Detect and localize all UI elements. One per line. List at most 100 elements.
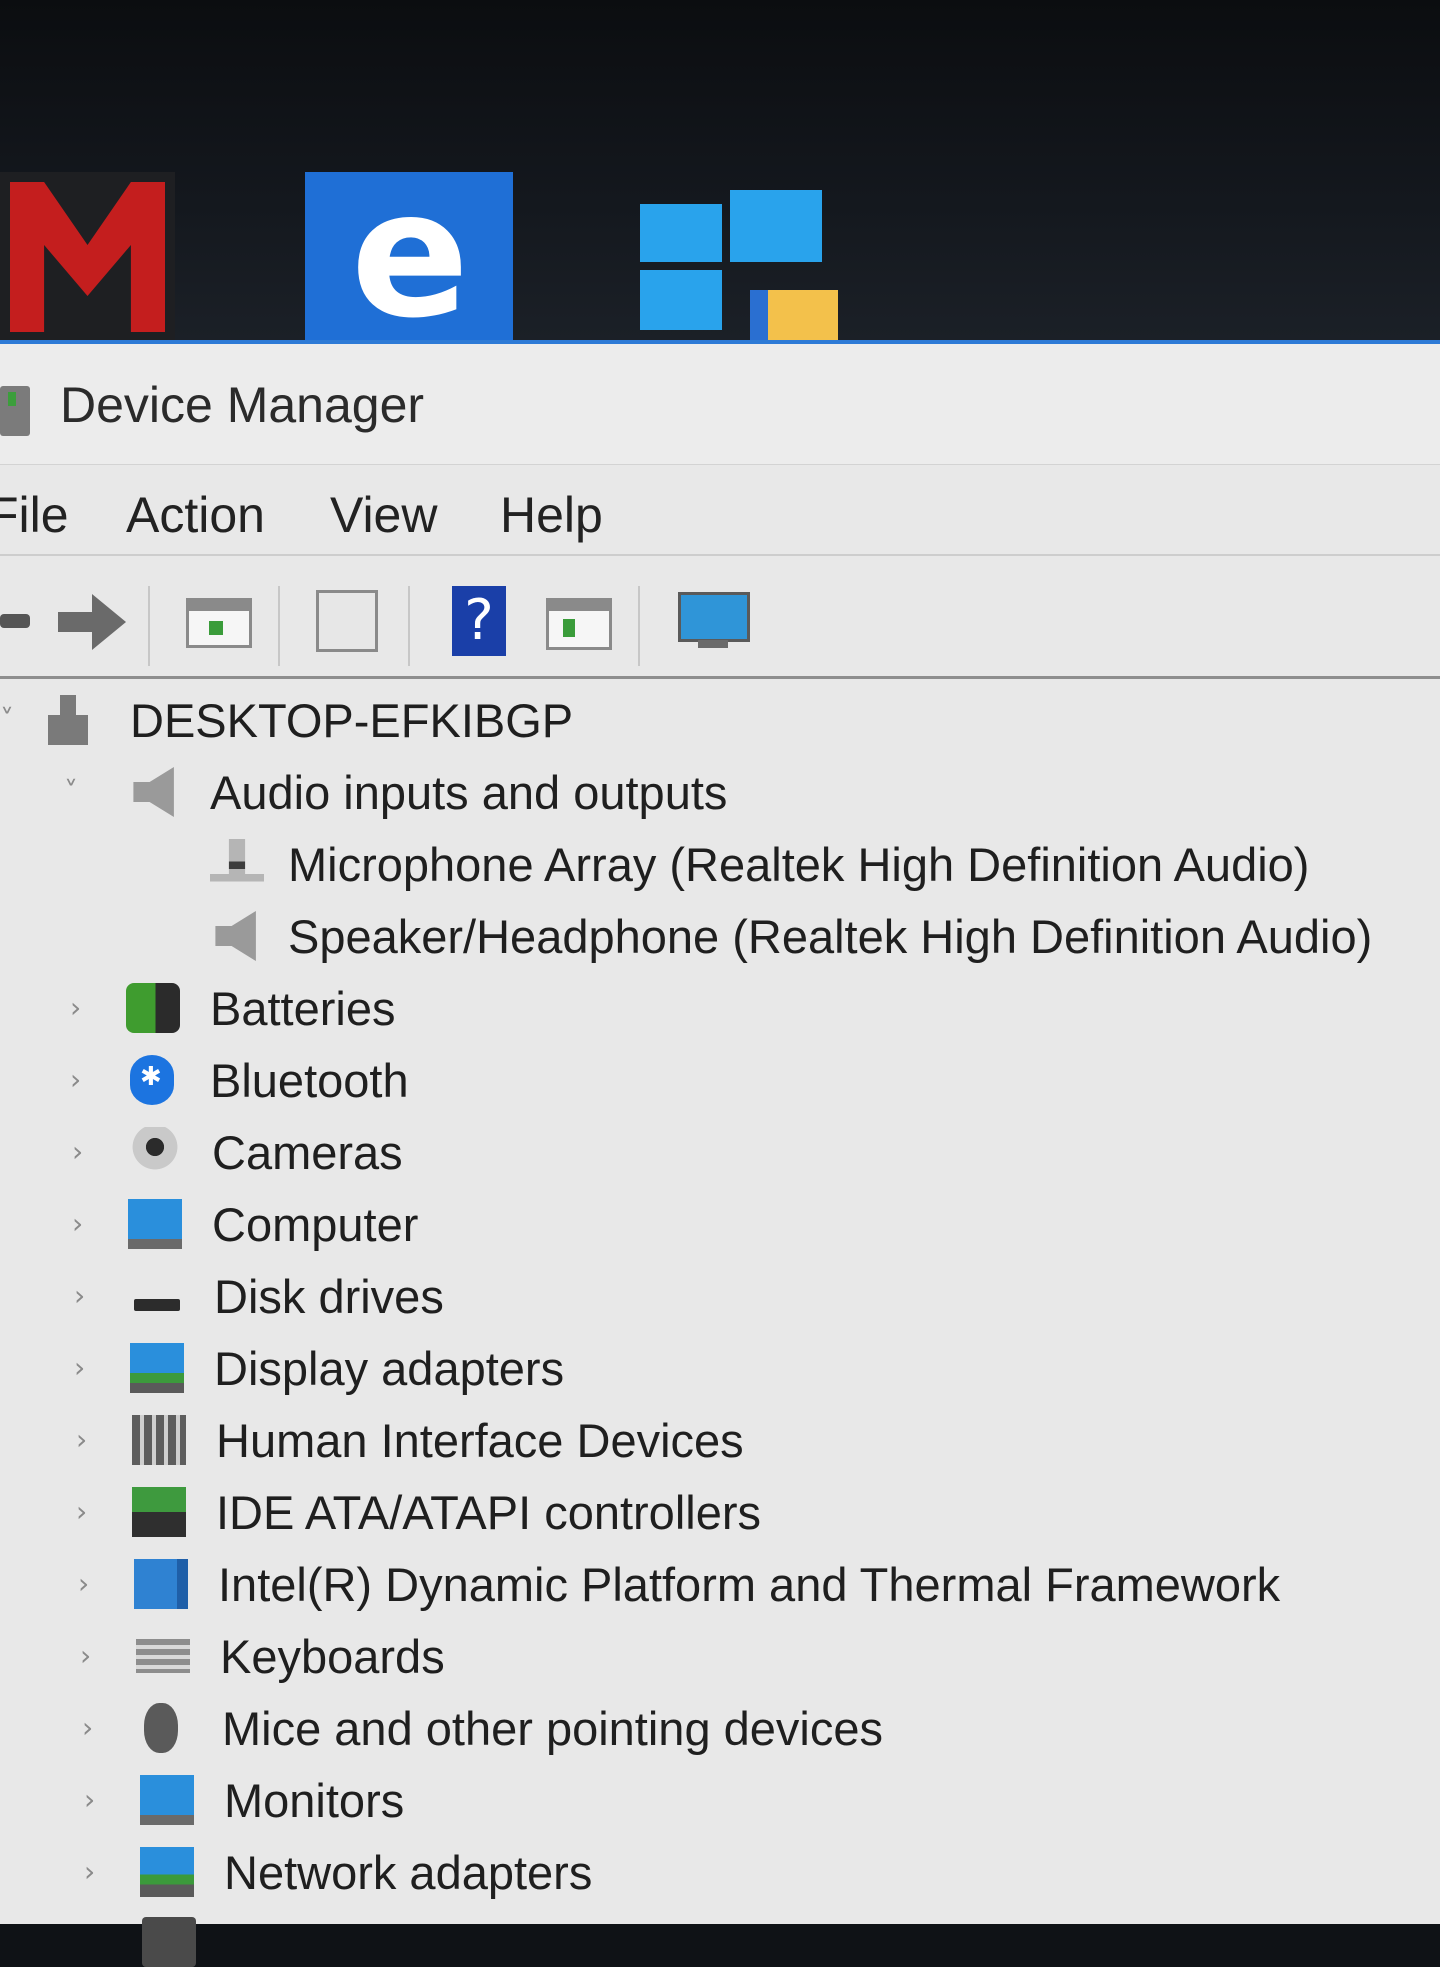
tree-category-bluetooth[interactable]: › Bluetooth	[70, 1049, 870, 1113]
mouse-icon	[144, 1703, 178, 1753]
disk-drive-icon	[130, 1271, 184, 1321]
back-button[interactable]	[0, 586, 30, 656]
tree-device-microphone[interactable]: Microphone Array (Realtek High Definitio…	[210, 833, 1410, 897]
help-icon[interactable]: ?	[452, 586, 506, 656]
windows-store-icon	[750, 290, 838, 340]
action-pane-button[interactable]	[546, 586, 616, 656]
expand-chevron-icon[interactable]: ›	[84, 1783, 104, 1816]
toolbar-separator	[638, 586, 640, 666]
windows-logo-pane	[640, 204, 722, 262]
expand-chevron-icon[interactable]: ›	[70, 991, 90, 1024]
display-adapter-icon	[130, 1343, 184, 1393]
menu-action[interactable]: Action	[126, 486, 265, 544]
menu-file[interactable]: File	[0, 486, 69, 544]
tree-category-mice[interactable]: › Mice and other pointing devices	[82, 1697, 1082, 1761]
forward-arrow-icon	[58, 612, 94, 632]
edge-tile[interactable]: e	[305, 154, 513, 357]
other-devices-icon	[142, 1917, 196, 1967]
expand-chevron-icon[interactable]: ›	[80, 1639, 100, 1672]
window-title: Device Manager	[60, 377, 425, 433]
monitor-stand	[698, 640, 728, 648]
mcafee-icon	[10, 182, 165, 332]
computer-icon	[128, 1199, 182, 1249]
forward-arrow-head	[92, 594, 126, 650]
mcafee-tile[interactable]	[0, 172, 175, 340]
computer-icon	[48, 695, 88, 745]
tree-category-label: Cameras	[212, 1126, 403, 1179]
properties-icon	[316, 590, 378, 652]
microphone-icon	[210, 839, 264, 882]
tree-device-speaker[interactable]: Speaker/Headphone (Realtek High Definiti…	[210, 905, 1430, 969]
expand-chevron-icon[interactable]: ›	[78, 1567, 98, 1600]
tree-category-monitors[interactable]: › Monitors	[84, 1769, 884, 1833]
show-hide-console-tree-button[interactable]	[186, 586, 256, 656]
toolbar-separator	[408, 586, 410, 666]
keyboard-icon	[136, 1639, 190, 1673]
tree-category-label: Display adapters	[214, 1342, 565, 1395]
tree-category-label: Keyboards	[220, 1630, 445, 1683]
windows-logo-pane	[640, 270, 722, 330]
tree-category-display-adapters[interactable]: › Display adapters	[74, 1337, 874, 1401]
device-manager-window: Device Manager File Action View Help ? ˅…	[0, 340, 1440, 1967]
title-bar[interactable]: Device Manager	[0, 344, 1440, 465]
tree-category-label: Human Interface Devices	[216, 1414, 744, 1467]
tree-category-computer[interactable]: › Computer	[72, 1193, 872, 1257]
tree-category-keyboards[interactable]: › Keyboards	[80, 1625, 880, 1689]
toolbar-separator	[148, 586, 150, 666]
tree-category-intel-framework[interactable]: › Intel(R) Dynamic Platform and Thermal …	[78, 1553, 1378, 1617]
menu-view[interactable]: View	[330, 486, 437, 544]
edge-icon: e	[350, 154, 470, 357]
icon-header	[549, 601, 609, 611]
tree-category-label: Batteries	[210, 982, 396, 1035]
tree-category-disk-drives[interactable]: › Disk drives	[74, 1265, 874, 1329]
expand-chevron-icon[interactable]: ›	[76, 1423, 96, 1456]
tree-category-partial[interactable]	[86, 1911, 486, 1967]
tree-category-ide-controllers[interactable]: › IDE ATA/ATAPI controllers	[76, 1481, 976, 1545]
icon-accent	[563, 619, 575, 637]
expand-chevron-icon[interactable]: ›	[74, 1351, 94, 1384]
icon-header	[189, 601, 249, 611]
intel-framework-icon	[134, 1559, 188, 1609]
expand-chevron-icon[interactable]: ›	[76, 1495, 96, 1528]
speaker-icon	[215, 911, 256, 961]
tree-category-label: Monitors	[224, 1774, 405, 1827]
tree-category-cameras[interactable]: › Cameras	[72, 1121, 872, 1185]
windows-logo-pane	[730, 190, 822, 262]
tree-device-label: Microphone Array (Realtek High Definitio…	[288, 838, 1310, 891]
network-adapter-icon	[140, 1847, 194, 1897]
action-pane-icon	[546, 598, 612, 650]
expand-chevron-icon[interactable]: ›	[72, 1135, 92, 1168]
tree-category-label: Computer	[212, 1198, 419, 1251]
menu-help[interactable]: Help	[500, 486, 603, 544]
tree-category-label: Disk drives	[214, 1270, 444, 1323]
ide-controller-icon	[132, 1487, 186, 1537]
tree-root-node[interactable]: ˅ DESKTOP-EFKIBGP	[0, 689, 700, 753]
tree-category-audio[interactable]: ˅ Audio inputs and outputs	[60, 761, 960, 825]
battery-icon	[126, 983, 180, 1033]
tree-category-batteries[interactable]: › Batteries	[70, 977, 870, 1041]
tree-device-label: Speaker/Headphone (Realtek High Definiti…	[288, 910, 1373, 963]
forward-button[interactable]	[58, 586, 128, 656]
toolbar-separator	[278, 586, 280, 666]
properties-button[interactable]	[316, 586, 386, 656]
expand-chevron-icon[interactable]: ›	[84, 1855, 104, 1888]
scan-hardware-changes-button[interactable]	[678, 586, 750, 656]
collapse-chevron-icon[interactable]: ˅	[64, 775, 84, 808]
tree-category-network-adapters[interactable]: › Network adapters	[84, 1841, 884, 1905]
expand-chevron-icon[interactable]: ›	[70, 1063, 90, 1096]
tree-category-hid[interactable]: › Human Interface Devices	[76, 1409, 976, 1473]
windows-store-tile[interactable]	[640, 190, 838, 340]
expand-chevron-icon[interactable]: ›	[74, 1279, 94, 1312]
expand-chevron-icon[interactable]: ›	[72, 1207, 92, 1240]
expand-chevron-icon[interactable]: ›	[82, 1711, 102, 1744]
tree-category-label: Intel(R) Dynamic Platform and Thermal Fr…	[218, 1558, 1281, 1611]
tree-category-label: Bluetooth	[210, 1054, 409, 1107]
speaker-icon	[133, 767, 174, 817]
tree-root-label: DESKTOP-EFKIBGP	[130, 694, 574, 747]
tree-category-label: Audio inputs and outputs	[210, 766, 728, 819]
tree-category-label: IDE ATA/ATAPI controllers	[216, 1486, 761, 1539]
tree-category-label: Network adapters	[224, 1846, 593, 1899]
collapse-chevron-icon[interactable]: ˅	[0, 703, 20, 736]
toolbar: ?	[0, 566, 1440, 679]
camera-icon	[128, 1127, 182, 1177]
